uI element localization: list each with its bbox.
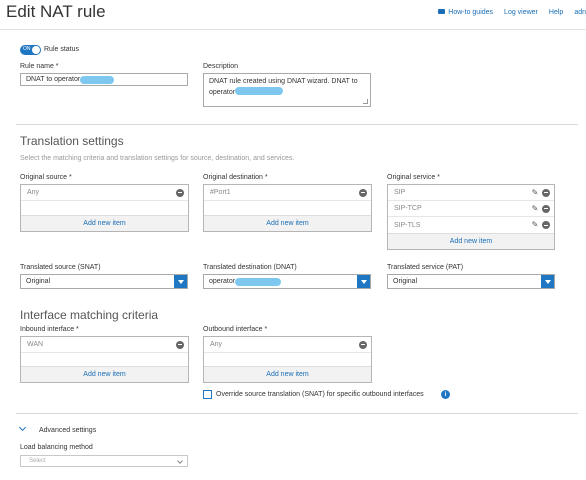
original-destination-label: Original destination * (203, 174, 268, 181)
add-new-item-button[interactable]: Add new item (388, 233, 554, 249)
translated-service-select[interactable]: Original (387, 274, 555, 289)
dropdown-arrow-icon[interactable] (541, 275, 554, 288)
translation-settings-title: Translation settings (20, 134, 124, 148)
load-balancing-placeholder: Select (29, 458, 46, 464)
toggle-knob (32, 46, 40, 54)
interface-matching-title: Interface matching criteria (20, 308, 159, 322)
original-service-label: Original service * (387, 174, 440, 181)
inbound-interface-list: WAN Add new item (20, 336, 189, 383)
load-balancing-select[interactable]: Select (20, 455, 188, 467)
translated-source-value: Original (26, 278, 51, 285)
outbound-interface-label: Outbound interface * (203, 326, 268, 333)
description-value: DNAT rule created using DNAT wizard. DNA… (209, 78, 358, 96)
remove-icon[interactable] (359, 188, 367, 197)
add-new-item-button[interactable]: Add new item (204, 366, 371, 382)
list-item: Any (204, 337, 371, 353)
video-camera-icon (438, 8, 446, 14)
rule-status-toggle[interactable]: ON (20, 45, 41, 55)
translated-destination-select[interactable]: operator (203, 274, 371, 289)
rule-status-label: Rule status (44, 46, 80, 53)
page-title: Edit NAT rule (6, 2, 106, 21)
list-item-label: SIP-TCP (394, 205, 422, 212)
list-item: Any (21, 185, 188, 201)
info-icon[interactable]: i (441, 390, 450, 399)
redaction-mark (235, 87, 284, 95)
add-new-item-button[interactable]: Add new item (204, 215, 371, 231)
remove-icon[interactable] (542, 221, 550, 229)
add-new-item-button[interactable]: Add new item (21, 215, 188, 231)
remove-icon[interactable] (359, 340, 367, 349)
list-item-label: Any (210, 341, 223, 348)
original-service-list: SIP ✎ SIP-TCP ✎ SIP-TLS ✎ Add new item (387, 184, 555, 250)
list-item: #Port1 (204, 185, 371, 201)
list-item-label: WAN (27, 341, 44, 348)
description-label: Description (203, 63, 239, 70)
edit-pencil-icon[interactable]: ✎ (531, 188, 539, 197)
translated-service-label: Translated service (PAT) (387, 264, 464, 271)
translated-destination-value: operator (209, 278, 236, 285)
top-links: How-to guides Log viewer Help adn (438, 5, 586, 19)
description-textarea[interactable]: DNAT rule created using DNAT wizard. DNA… (203, 73, 371, 107)
remove-icon[interactable] (542, 188, 550, 197)
add-new-item-button[interactable]: Add new item (21, 366, 188, 382)
original-source-list: Any Add new item (20, 184, 189, 232)
override-snat-label: Override source translation (SNAT) for s… (216, 391, 424, 398)
chevron-down-icon (177, 458, 183, 464)
list-item: SIP ✎ (388, 185, 554, 201)
translated-service-value: Original (393, 278, 418, 285)
override-snat-checkbox[interactable] (203, 390, 212, 399)
outbound-interface-list: Any Add new item (203, 336, 372, 383)
remove-icon[interactable] (542, 204, 550, 213)
translated-source-select[interactable]: Original (20, 274, 188, 289)
list-item-label: Any (27, 189, 40, 196)
edit-pencil-icon[interactable]: ✎ (531, 221, 539, 229)
edit-pencil-icon[interactable]: ✎ (531, 204, 539, 213)
rule-name-label: Rule name * (20, 63, 59, 70)
inbound-interface-label: Inbound interface * (20, 326, 79, 333)
original-destination-list: #Port1 Add new item (203, 184, 372, 232)
load-balancing-label: Load balancing method (20, 444, 93, 451)
section-divider (16, 124, 578, 125)
list-item: WAN (21, 337, 188, 353)
remove-icon[interactable] (176, 340, 184, 349)
section-divider (16, 413, 578, 414)
redaction-mark (80, 75, 115, 84)
help-link[interactable]: Help (549, 9, 563, 16)
header-divider (0, 29, 586, 30)
list-item-label: SIP-TLS (394, 221, 421, 229)
log-viewer-link[interactable]: Log viewer (504, 9, 538, 16)
resize-grip-icon[interactable] (363, 99, 368, 104)
toggle-on-text: ON (23, 46, 31, 52)
dropdown-arrow-icon[interactable] (174, 275, 187, 288)
redaction-mark (235, 277, 282, 286)
advanced-settings-toggle[interactable]: Advanced settings (39, 427, 96, 434)
list-item-label: #Port1 (210, 189, 231, 196)
list-item: SIP-TLS ✎ (388, 217, 554, 233)
translated-destination-label: Translated destination (DNAT) (203, 264, 297, 271)
rule-name-input[interactable]: DNAT to operator (20, 73, 188, 86)
translation-settings-subtitle: Select the matching criteria and transla… (20, 155, 295, 162)
chevron-down-icon[interactable] (18, 423, 27, 432)
remove-icon[interactable] (176, 188, 184, 197)
dropdown-arrow-icon[interactable] (357, 275, 370, 288)
translated-source-label: Translated source (SNAT) (20, 264, 101, 271)
original-source-label: Original source * (20, 174, 72, 181)
list-item: SIP-TCP ✎ (388, 201, 554, 217)
list-item-label: SIP (394, 189, 406, 196)
how-to-guides-link[interactable]: How-to guides (438, 8, 493, 16)
user-menu[interactable]: adn (574, 9, 586, 16)
rule-name-value: DNAT to operator (26, 76, 81, 83)
